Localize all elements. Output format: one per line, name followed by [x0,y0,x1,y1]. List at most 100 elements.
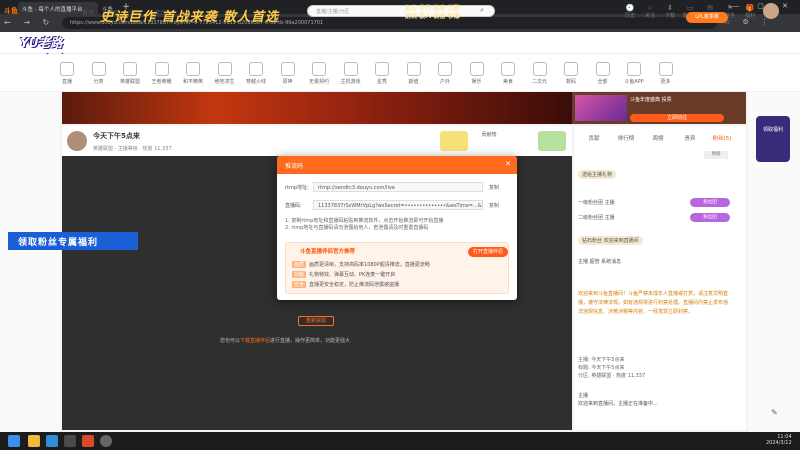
rank-subtab[interactable]: 周榜 [704,151,728,159]
header-icon-item[interactable]: 🕘 历史 [620,4,640,19]
category-bar: 直播 分类 英雄联盟 王者荣耀 和平精英 绝地求生 穿越火线 原神 无畏契约 主机游戏 星秀 颜值 户外… [0,54,800,92]
category-label: 穿越火线 [245,79,266,85]
category-label: 原神 [282,79,293,85]
banner-title: 史诗巨作 首战来袭 散人首选 [100,10,280,25]
dialog-tips: 1. 复制rtmp地址和直播码粘贴到推流软件，点击开始推流即可开始直播 2. r… [285,218,511,232]
category-item[interactable]: 穿越火线 [241,62,271,85]
fan-club-badge[interactable]: 粉丝团 [690,198,730,207]
category-icon [627,62,641,76]
category-item[interactable]: 颜值 [399,62,429,85]
site-header [0,32,800,54]
category-item[interactable]: 二次元 [525,62,555,85]
search-input[interactable]: 直播/主播/分区 [307,5,495,17]
start-icon[interactable] [8,435,20,447]
category-label: 王者荣耀 [151,79,172,85]
copy-rtmp-button[interactable]: 复制 [489,184,499,191]
copy-stream-key-button[interactable]: 复制 [489,202,499,209]
chat-panel-tab[interactable]: 贡献 [578,134,610,142]
category-label: 颜值 [408,79,419,85]
category-icon [217,62,232,76]
rtmp-address-field[interactable]: rtmp://sendtc3.douyu.com/live [313,182,483,192]
top-nav-item[interactable]: 首页 [82,10,94,17]
video-note-suffix: 进行直播，操作更简单，功能更强大 [270,338,351,344]
streamer-avatar[interactable] [67,131,87,151]
promo-line: 安全 直播更安全稳定，防止推流码泄露被盗播 [292,281,399,288]
stream-title: 今天下午5点来 [93,132,140,140]
download-companion-link[interactable]: 下载直播伴侣 [240,338,270,344]
category-item[interactable]: 户外 [430,62,460,85]
fan-club-badge[interactable]: 粉丝团 [690,213,730,222]
category-item[interactable]: 英雄联盟 [115,62,145,85]
category-item[interactable]: 直播 [52,62,82,85]
header-icon-item[interactable]: ☆ 关注 [640,4,660,19]
category-label: 更多 [660,79,671,85]
chat-panel-tab[interactable]: 贵宾 [674,134,706,142]
header-icon-label: 福利 [744,13,755,19]
category-item[interactable]: 斗鱼APP [619,62,649,85]
user-avatar[interactable] [763,3,779,19]
event-button[interactable]: LPL春季赛 [686,12,728,23]
category-item[interactable]: 无畏契约 [304,62,334,85]
site-logo[interactable]: 斗鱼 [4,6,18,16]
header-icon-item[interactable]: 🎁 福利 [740,4,760,19]
category-item[interactable]: 原神 [273,62,303,85]
category-label: 娱乐 [471,79,482,85]
category-item[interactable]: 星秀 [367,62,397,85]
category-icon [123,62,137,76]
ad-banner[interactable] [62,92,572,124]
app-icon[interactable] [100,435,112,447]
category-label: 分类 [93,79,104,85]
stream-key-field[interactable]: 11337837rSsWMrVpLg?wsSecret=••••••••••••… [313,200,483,210]
companion-promo-box: 斗鱼直播伴侣官方推荐 打开直播伴侣 画质 画质更清晰，支持高码率1080P超清推流… [285,242,509,294]
category-item[interactable]: 主机游戏 [336,62,366,85]
category-item[interactable]: 更多 [651,62,681,85]
side-banner-thumbnail [575,95,627,121]
category-item[interactable]: 娱乐 [462,62,492,85]
category-item[interactable]: 分类 [84,62,114,85]
chat-panel-tab[interactable]: 粉丝(5) [706,134,738,142]
category-item[interactable]: 王者荣耀 [147,62,177,85]
system-announcement: 欢迎来到斗鱼直播间！斗鱼严禁未成年人直播或打赏，请注意文明直播，遵守法律法规，如… [578,291,729,315]
header-icon: ⬇ [667,4,673,12]
chat-panel-tab[interactable]: 周榜 [642,134,674,142]
category-label: 二次元 [531,79,547,85]
search-icon[interactable]: ⌕ [480,6,490,16]
category-item[interactable]: 和平精英 [178,62,208,85]
category-label: 星秀 [376,79,387,85]
stream-key-label: 直播码: [285,203,302,209]
system-clock[interactable]: 11:04 2024/3/12 [766,434,792,446]
dialog-header: 推流码 [277,156,517,174]
benefit-card[interactable]: 领取福利 [756,116,790,162]
open-companion-button[interactable]: 打开直播伴侣 [468,247,508,257]
stream-info: 主播: 今天下午5点来 标题: 今天下午5点来 分区: 英雄联盟 · 热度 11… [578,356,730,380]
category-label: 全部 [597,79,608,85]
promo-box-title: 斗鱼直播伴侣官方推荐 [300,249,356,255]
banner-tagline-2: 耐玩·散人·装备·秒爆 [405,13,460,20]
gift-icon[interactable] [538,131,566,151]
refetch-button[interactable]: 重新获取 [298,316,334,326]
gift-icon[interactable] [440,131,468,151]
extension-icons[interactable]: ☆ ⚙ ⋮ [724,18,773,26]
browser-icon[interactable] [46,435,58,447]
contribution-rank[interactable]: 贡献榜 [475,131,503,151]
category-item[interactable]: 数码 [556,62,586,85]
chat-user[interactable]: 主播 [578,392,730,400]
category-icon [312,62,326,76]
steam-icon[interactable] [64,435,76,447]
header-icon-label: 历史 [624,13,635,19]
app-icon[interactable] [82,435,94,447]
edit-icon[interactable]: ✎ [771,408,778,417]
chat-panel-tab[interactable]: 排行榜 [610,134,642,142]
category-item[interactable]: 绝地求生 [210,62,240,85]
header-icon-item[interactable]: ⬇ 下载 [660,4,680,19]
chat-bubble: 送给主播礼物 [578,170,617,179]
side-banner-button[interactable]: 立即前往 [630,114,724,122]
category-item[interactable]: 全部 [588,62,618,85]
header-icon: 🎁 [745,4,755,12]
fan-benefit-banner[interactable]: 领取粉丝专属福利 [8,232,138,250]
promo-text: 画质更清晰，支持高码率1080P超清推流，直播更流畅 [309,262,430,268]
category-item[interactable]: 美食 [493,62,523,85]
file-explorer-icon[interactable] [28,435,40,447]
close-icon[interactable]: ✕ [505,160,511,168]
category-label: 数码 [565,79,576,85]
